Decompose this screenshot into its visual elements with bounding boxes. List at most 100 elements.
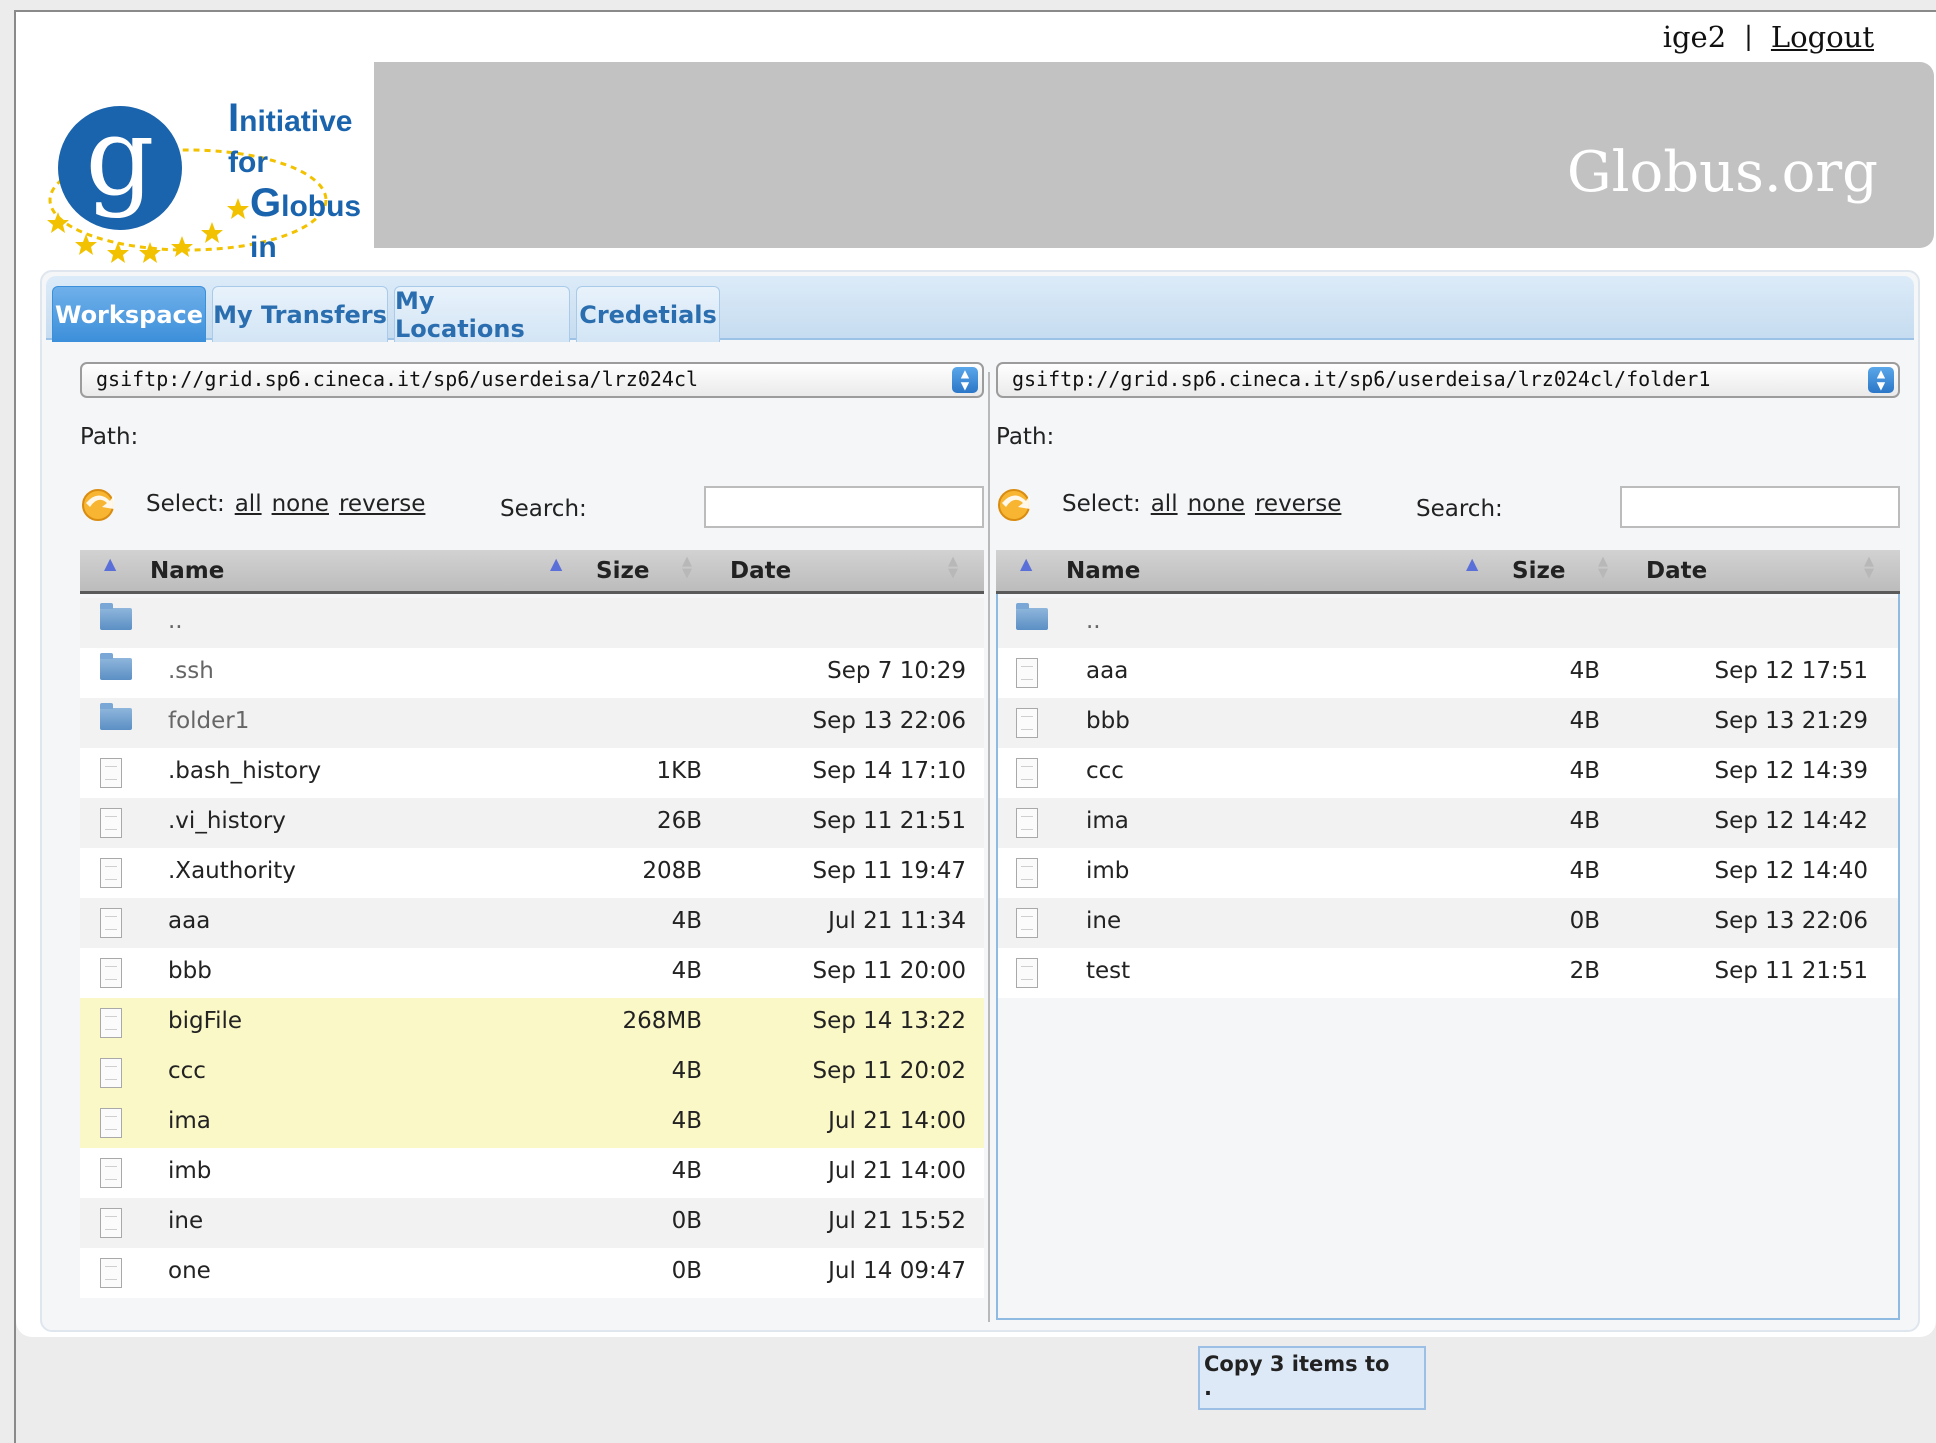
left-col-name[interactable]: Name xyxy=(150,558,224,584)
right-col-name[interactable]: Name xyxy=(1066,558,1140,584)
right-file-row[interactable]: ccc 4B Sep 12 14:39 xyxy=(998,748,1898,798)
row-icon xyxy=(100,653,132,686)
file-date: Sep 11 21:51 xyxy=(812,808,966,834)
right-search-input[interactable] xyxy=(1620,486,1900,528)
tab-my-locations[interactable]: My Locations xyxy=(394,286,570,343)
dropdown-arrows-icon[interactable]: ▲ ▼ xyxy=(952,367,978,393)
file-size: 4B xyxy=(1569,758,1600,784)
left-location-select[interactable]: gsiftp://grid.sp6.cineca.it/sp6/userdeis… xyxy=(80,362,984,398)
sort-both-icon[interactable]: ▲ ▼ xyxy=(1864,555,1874,580)
right-file-row[interactable]: ima 4B Sep 12 14:42 xyxy=(998,798,1898,848)
left-file-row[interactable]: .ssh Sep 7 10:29 xyxy=(80,648,984,698)
right-select-none-link[interactable]: none xyxy=(1188,491,1245,517)
left-file-row[interactable]: ima 4B Jul 21 14:00 xyxy=(80,1098,984,1148)
left-file-row[interactable]: bigFile 268MB Sep 14 13:22 xyxy=(80,998,984,1048)
left-file-row[interactable]: .. xyxy=(80,598,984,648)
tab-credentials[interactable]: Credetials xyxy=(576,286,720,342)
file-size: 26B xyxy=(656,808,702,834)
tab-workspace[interactable]: Workspace xyxy=(52,286,206,342)
banner-title: Globus.org xyxy=(1566,140,1878,205)
drag-tooltip-target: . xyxy=(1204,1376,1212,1400)
left-grid-body: .. .ssh Sep 7 10:29 folder1 Sep 13 22:06 .bas… xyxy=(80,594,984,1320)
file-name: bbb xyxy=(1086,708,1130,734)
select-arrow-icon[interactable] xyxy=(996,485,1034,523)
left-search-input[interactable] xyxy=(704,486,984,528)
right-col-date[interactable]: Date xyxy=(1646,558,1707,584)
file-icon xyxy=(1016,858,1038,888)
left-file-row[interactable]: imb 4B Jul 21 14:00 xyxy=(80,1148,984,1198)
row-icon xyxy=(100,603,132,636)
file-size: 4B xyxy=(671,958,702,984)
right-grid-header: ▲ Name ▲ Size ▲ ▼ Date ▲ ▼ xyxy=(996,550,1900,594)
row-icon xyxy=(100,858,122,894)
row-icon xyxy=(100,908,122,944)
right-file-row[interactable]: ine 0B Sep 13 22:06 xyxy=(998,898,1898,948)
file-date: Jul 21 14:00 xyxy=(828,1108,966,1134)
file-date: Jul 21 15:52 xyxy=(828,1208,966,1234)
left-file-row[interactable]: aaa 4B Jul 21 11:34 xyxy=(80,898,984,948)
left-select-reverse-link[interactable]: reverse xyxy=(339,491,425,517)
file-date: Jul 14 09:47 xyxy=(828,1258,966,1284)
right-file-row[interactable]: test 2B Sep 11 21:51 xyxy=(998,948,1898,998)
right-select-reverse-link[interactable]: reverse xyxy=(1255,491,1341,517)
right-file-row[interactable]: aaa 4B Sep 12 17:51 xyxy=(998,648,1898,698)
file-icon xyxy=(100,908,122,938)
left-file-row[interactable]: .Xauthority 208B Sep 11 19:47 xyxy=(80,848,984,898)
folder-icon xyxy=(1016,603,1048,630)
right-file-row[interactable]: .. xyxy=(998,598,1898,648)
main-panel: Workspace My Transfers My Locations Cred… xyxy=(40,270,1920,1410)
right-col-size[interactable]: Size xyxy=(1512,558,1565,584)
logo-initial-i: I xyxy=(228,96,240,140)
left-col-size[interactable]: Size xyxy=(596,558,649,584)
file-date: Sep 12 14:42 xyxy=(1714,808,1868,834)
left-file-row[interactable]: ine 0B Jul 21 15:52 xyxy=(80,1198,984,1248)
left-file-row[interactable]: folder1 Sep 13 22:06 xyxy=(80,698,984,748)
sort-asc-icon[interactable]: ▲ xyxy=(104,554,116,573)
sort-both-icon[interactable]: ▲ ▼ xyxy=(682,555,692,580)
right-file-row[interactable]: imb 4B Sep 12 14:40 xyxy=(998,848,1898,898)
file-size: 4B xyxy=(1569,658,1600,684)
file-icon xyxy=(1016,908,1038,938)
file-icon xyxy=(100,1058,122,1088)
sort-asc-icon[interactable]: ▲ xyxy=(1466,554,1478,573)
left-grid-header: ▲ Name ▲ Size ▲ ▼ Date ▲ ▼ xyxy=(80,550,984,594)
left-col-date[interactable]: Date xyxy=(730,558,791,584)
tab-my-transfers[interactable]: My Transfers xyxy=(212,286,388,342)
left-file-row[interactable]: bbb 4B Sep 11 20:00 xyxy=(80,948,984,998)
left-file-row[interactable]: .bash_history 1KB Sep 14 17:10 xyxy=(80,748,984,798)
row-icon xyxy=(100,958,122,994)
file-date: Sep 11 20:02 xyxy=(812,1058,966,1084)
pane-divider[interactable] xyxy=(988,372,990,1322)
left-file-row[interactable]: ccc 4B Sep 11 20:02 xyxy=(80,1048,984,1098)
left-select-all-link[interactable]: all xyxy=(235,491,262,517)
file-date: Sep 14 17:10 xyxy=(812,758,966,784)
file-name: test xyxy=(1086,958,1131,984)
file-name: aaa xyxy=(1086,658,1129,684)
right-location-select[interactable]: gsiftp://grid.sp6.cineca.it/sp6/userdeis… xyxy=(996,362,1900,398)
logout-link[interactable]: Logout xyxy=(1771,20,1874,54)
sort-both-icon[interactable]: ▲ ▼ xyxy=(1598,555,1608,580)
file-name: bigFile xyxy=(168,1008,243,1034)
dropdown-arrows-icon[interactable]: ▲ ▼ xyxy=(1868,367,1894,393)
select-arrow-icon[interactable] xyxy=(80,485,118,523)
row-icon xyxy=(1016,758,1038,794)
left-file-row[interactable]: one 0B Jul 14 09:47 xyxy=(80,1248,984,1298)
sort-asc-icon[interactable]: ▲ xyxy=(1020,554,1032,573)
logo-initial-g: G xyxy=(250,181,282,225)
row-icon xyxy=(1016,958,1038,994)
right-file-row[interactable]: bbb 4B Sep 13 21:29 xyxy=(998,698,1898,748)
file-icon xyxy=(100,1108,122,1138)
tab-bar: Workspace My Transfers My Locations Cred… xyxy=(46,276,1914,343)
file-name: .. xyxy=(1086,608,1101,634)
right-select-all-link[interactable]: all xyxy=(1151,491,1178,517)
left-file-pane: gsiftp://grid.sp6.cineca.it/sp6/userdeis… xyxy=(80,362,984,1322)
file-name: aaa xyxy=(168,908,211,934)
left-select-none-link[interactable]: none xyxy=(272,491,329,517)
file-name: .Xauthority xyxy=(168,858,296,884)
folder-icon xyxy=(100,703,132,730)
sort-both-icon[interactable]: ▲ ▼ xyxy=(948,555,958,580)
sort-asc-icon[interactable]: ▲ xyxy=(550,554,562,573)
file-icon xyxy=(100,808,122,838)
left-file-row[interactable]: .vi_history 26B Sep 11 21:51 xyxy=(80,798,984,848)
user-bar-separator: | xyxy=(1744,22,1753,52)
